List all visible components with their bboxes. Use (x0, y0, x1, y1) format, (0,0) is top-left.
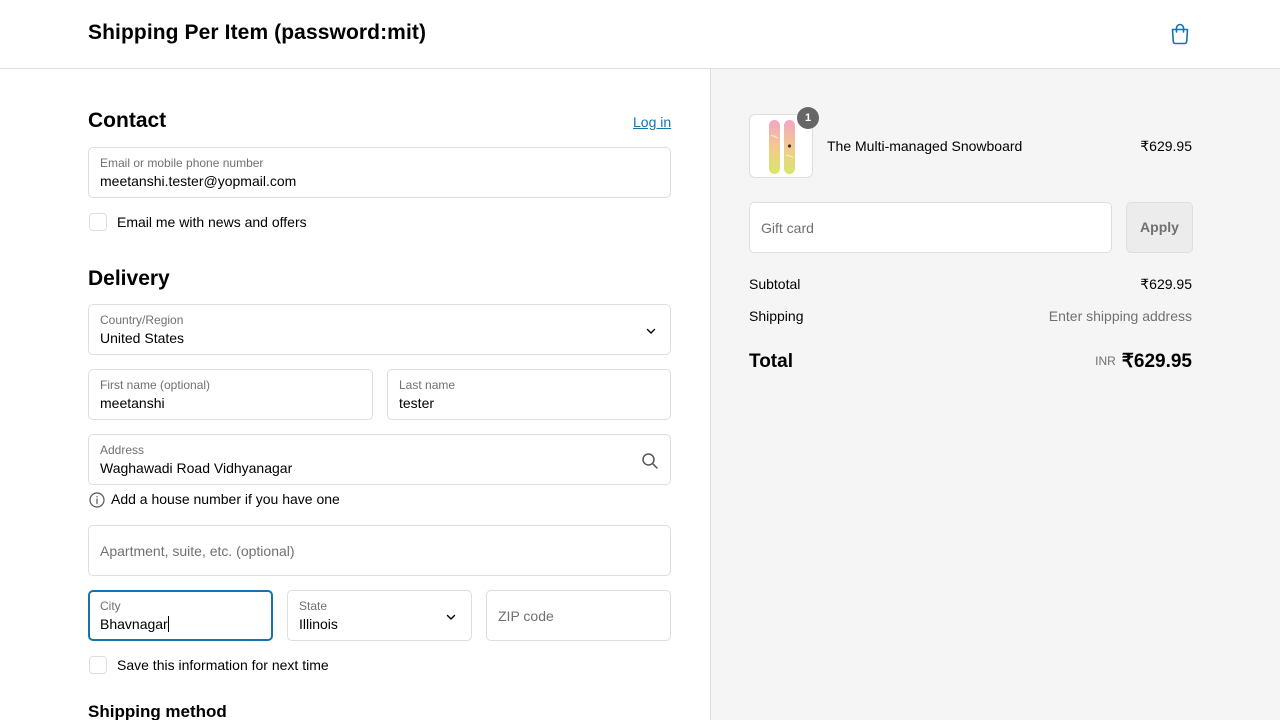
chevron-down-icon (646, 328, 656, 334)
first-name-value: meetanshi (100, 395, 165, 411)
shipping-method-heading: Shipping method (88, 702, 227, 720)
shipping-label: Shipping (749, 308, 804, 324)
last-name-field[interactable]: Last name tester (387, 369, 671, 420)
city-label: City (100, 599, 121, 613)
text-caret (167, 616, 169, 632)
email-field-label: Email or mobile phone number (100, 156, 264, 170)
city-value-text: Bhavnagar (100, 616, 168, 632)
total-value: INR ₹629.95 (1095, 350, 1192, 373)
order-summary-panel: 1 The Multi-managed Snowboard ₹629.95 Gi… (710, 69, 1280, 720)
shopping-bag-icon[interactable] (1168, 22, 1192, 46)
info-icon (89, 492, 105, 508)
login-link[interactable]: Log in (633, 114, 671, 130)
first-name-field[interactable]: First name (optional) meetanshi (88, 369, 373, 420)
address-value: Waghawadi Road Vidhyanagar (100, 460, 293, 476)
last-name-value: tester (399, 395, 435, 411)
zip-field[interactable]: ZIP code (486, 590, 671, 641)
gift-card-input[interactable]: Gift card (749, 202, 1112, 253)
address-label: Address (100, 443, 145, 457)
product-name: The Multi-managed Snowboard (827, 138, 1023, 154)
first-name-label: First name (optional) (100, 378, 211, 392)
newsletter-label: Email me with news and offers (117, 214, 307, 230)
state-value: Illinois (299, 616, 338, 632)
address-field[interactable]: Address Waghawadi Road Vidhyanagar (88, 434, 671, 485)
subtotal-value: ₹629.95 (1140, 276, 1192, 292)
contact-heading: Contact (88, 109, 167, 132)
checkout-header: Shipping Per Item (password:mit) (0, 0, 1280, 69)
last-name-label: Last name (399, 378, 456, 392)
apartment-field[interactable]: Apartment, suite, etc. (optional) (88, 525, 671, 576)
apply-button[interactable]: Apply (1126, 202, 1193, 253)
subtotal-label: Subtotal (749, 276, 801, 292)
country-select[interactable]: Country/Region United States (88, 304, 671, 355)
city-value: Bhavnagar (100, 616, 169, 632)
product-price: ₹629.95 (1140, 138, 1192, 154)
country-label: Country/Region (100, 313, 184, 327)
email-field[interactable]: Email or mobile phone number meetanshi.t… (88, 147, 671, 198)
email-field-value: meetanshi.tester@yopmail.com (100, 173, 297, 189)
zip-placeholder: ZIP code (498, 608, 554, 624)
state-label: State (299, 599, 328, 613)
city-field[interactable]: City Bhavnagar (88, 590, 273, 641)
gift-card-placeholder: Gift card (761, 220, 814, 236)
total-currency: INR (1095, 354, 1116, 368)
newsletter-checkbox[interactable] (89, 213, 107, 231)
delivery-heading: Delivery (88, 267, 170, 290)
apartment-placeholder: Apartment, suite, etc. (optional) (100, 543, 295, 559)
total-amount: ₹629.95 (1121, 351, 1192, 372)
save-info-checkbox[interactable] (89, 656, 107, 674)
total-label: Total (749, 351, 793, 372)
chevron-down-icon (446, 614, 456, 620)
shipping-value: Enter shipping address (1048, 308, 1192, 324)
state-select[interactable]: State Illinois (287, 590, 472, 641)
save-info-label: Save this information for next time (117, 657, 329, 673)
store-title[interactable]: Shipping Per Item (password:mit) (88, 21, 426, 45)
quantity-badge: 1 (797, 107, 819, 129)
search-icon[interactable] (641, 452, 659, 470)
country-value: United States (100, 330, 185, 346)
house-number-hint-text: Add a house number if you have one (111, 491, 340, 507)
checkout-form-panel: Contact Log in Email or mobile phone num… (0, 69, 710, 720)
